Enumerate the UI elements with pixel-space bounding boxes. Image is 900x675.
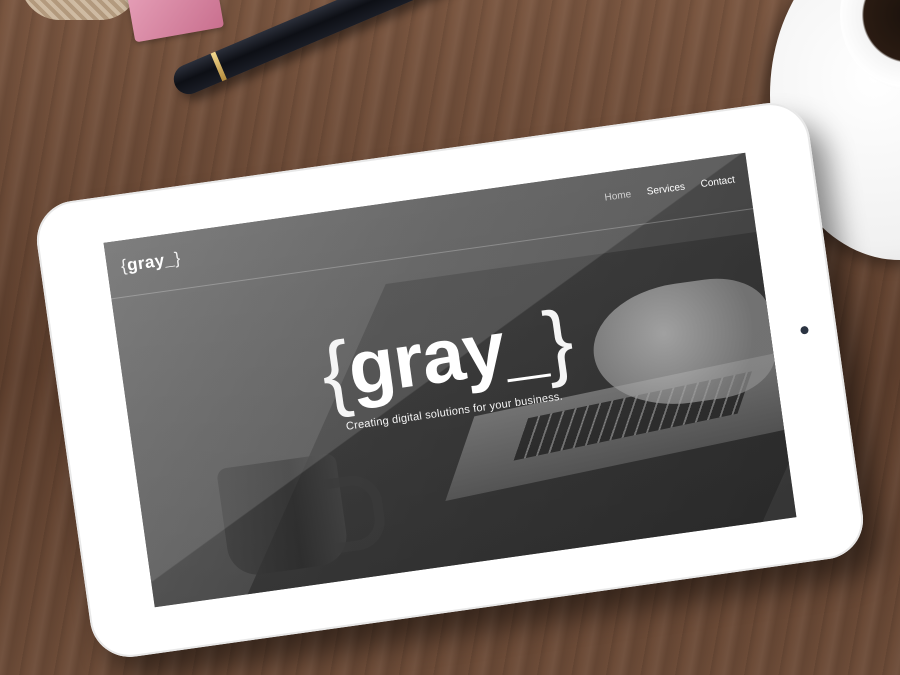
- fountain-pen: [169, 0, 568, 99]
- nav-link-services[interactable]: Services: [646, 181, 686, 197]
- nav-menu: Home Services Contact: [604, 174, 736, 203]
- logo-text: gray_: [125, 249, 176, 275]
- wicker-basket: [20, 0, 140, 20]
- tablet-screen: {gray_} Home Services Contact {gray_} Cr…: [103, 152, 797, 608]
- tablet-camera: [799, 325, 810, 335]
- site-logo[interactable]: {gray_}: [120, 248, 182, 276]
- nav-link-contact[interactable]: Contact: [700, 174, 736, 190]
- photo-scene: {gray_} Home Services Contact {gray_} Cr…: [0, 0, 900, 675]
- pen-body: [169, 0, 568, 99]
- nav-link-home[interactable]: Home: [604, 189, 632, 204]
- tablet-device: {gray_} Home Services Contact {gray_} Cr…: [31, 97, 869, 663]
- pink-box: [125, 0, 225, 43]
- logo-close-brace: }: [173, 248, 182, 269]
